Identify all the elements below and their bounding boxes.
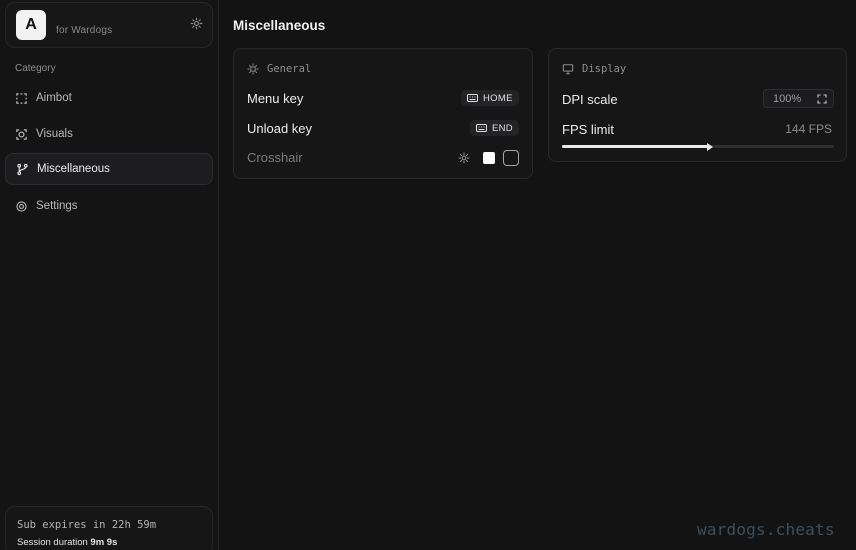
general-header: General [247,63,311,75]
general-card: General Menu key HOME Unload key END Cro… [233,48,533,179]
sidebar-item-label: Visuals [36,128,73,140]
fps-limit-label: FPS limit [562,122,614,137]
dpi-scale-label: DPI scale [562,92,618,107]
general-header-label: General [267,63,312,75]
menu-keybind-button[interactable]: HOME [461,90,519,106]
display-card: Display DPI scale 100% FPS limit 144 FPS [548,48,847,162]
keyboard-icon [476,124,487,132]
brand-header: A for Wardogs [5,2,213,48]
sun-settings-icon [247,63,259,75]
unload-key-value: END [492,122,513,134]
brand-subtitle: for Wardogs [56,25,113,36]
watermark: wardogs.cheats [697,520,835,539]
monitor-icon [562,64,574,75]
keyboard-icon [467,94,478,102]
session-duration: Session duration 9m 9s [17,537,117,548]
fps-slider-fill [562,145,709,148]
category-label: Category [15,63,56,74]
page-title: Miscellaneous [233,18,326,33]
sidebar-item-label: Settings [36,200,78,212]
display-header: Display [562,63,626,75]
fps-limit-value: 144 FPS [785,122,832,136]
sidebar-item-visuals[interactable]: Visuals [5,118,213,150]
gear-icon [16,200,27,212]
fps-limit-slider[interactable] [562,142,834,151]
expand-icon[interactable] [817,94,827,104]
sidebar-item-label: Miscellaneous [37,163,110,175]
menu-key-label: Menu key [247,91,304,106]
misc-branch-icon [17,163,28,175]
fps-slider-thumb[interactable] [707,142,713,151]
aimbot-frame-icon [16,92,27,104]
subscription-panel: Sub expires in 22h 59m Session duration … [5,506,213,550]
unload-keybind-button[interactable]: END [470,120,519,136]
display-header-label: Display [582,63,627,75]
unload-key-label: Unload key [247,121,313,136]
session-value: 9m 9s [90,537,118,548]
menu-key-value: HOME [483,92,513,104]
sidebar-item-aimbot[interactable]: Aimbot [5,82,213,114]
app-logo: A [16,10,46,40]
sidebar: A for Wardogs Category Aimbot Visuals Mi… [0,0,219,550]
sidebar-item-miscellaneous[interactable]: Miscellaneous [5,153,213,185]
subscription-expiry: Sub expires in 22h 59m [17,519,157,531]
sidebar-item-settings[interactable]: Settings [5,190,213,222]
crosshair-color-swatch[interactable] [483,152,495,164]
gear-icon[interactable] [190,17,203,30]
dpi-scale-value: 100% [773,93,802,105]
sidebar-item-label: Aimbot [36,92,72,104]
visuals-target-icon [16,128,27,140]
crosshair-checkbox[interactable] [503,150,519,166]
session-label: Session duration [17,537,88,548]
dpi-scale-input[interactable]: 100% [763,89,834,108]
crosshair-label: Crosshair [247,150,303,165]
crosshair-settings-gear-icon[interactable] [458,152,470,164]
